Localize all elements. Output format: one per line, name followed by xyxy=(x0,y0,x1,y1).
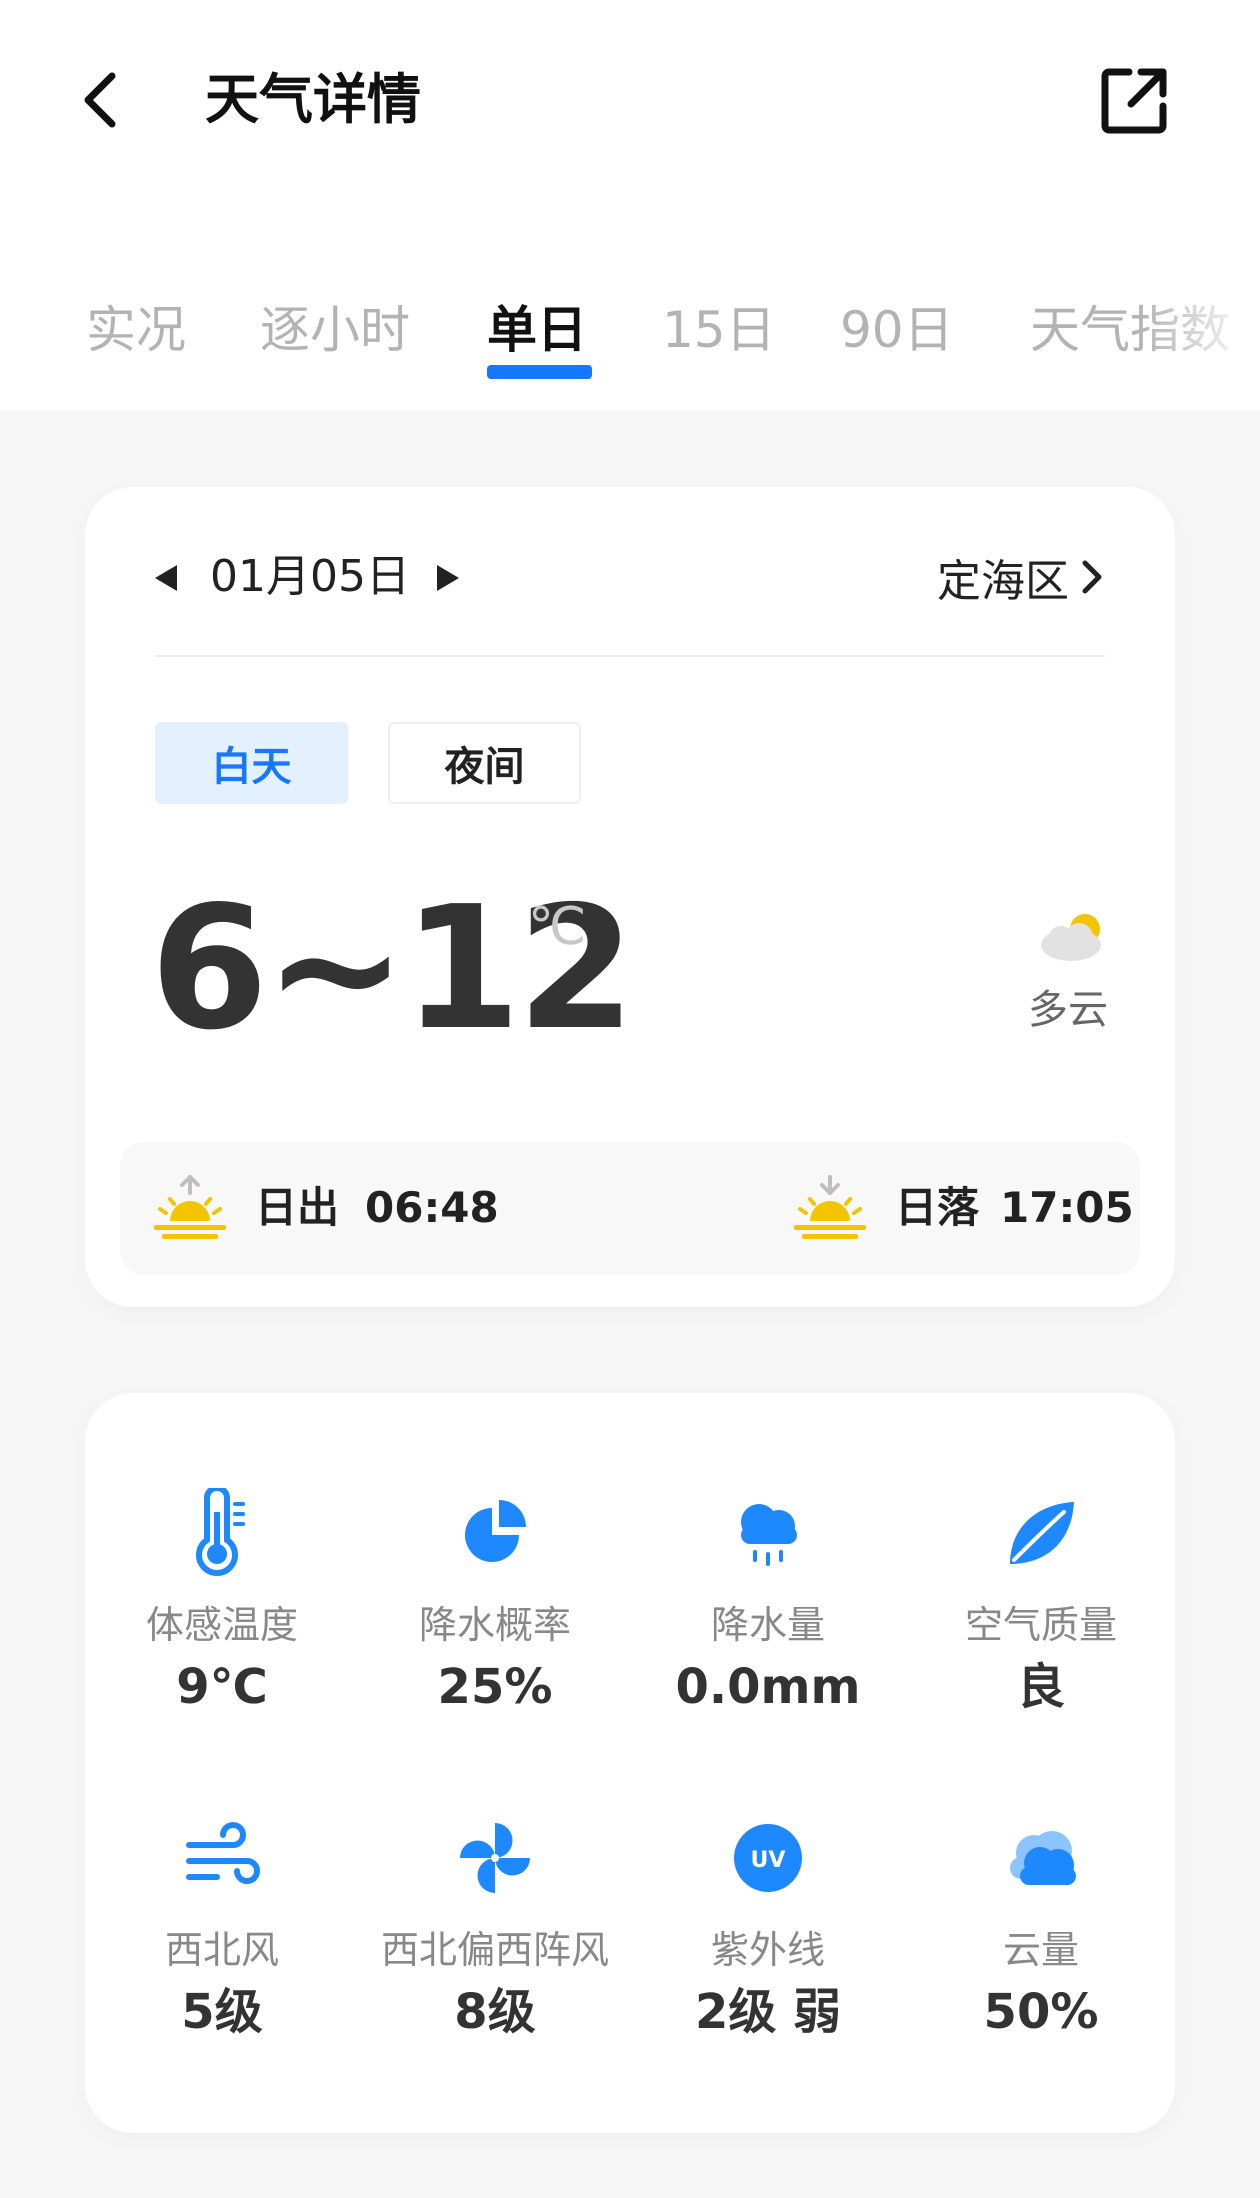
location-selector[interactable]: 定海区 xyxy=(937,537,1105,617)
metric-label: 降水概率 xyxy=(418,1603,571,1647)
tab-single-day[interactable]: 单日 xyxy=(487,290,587,370)
metric-value: 50% xyxy=(983,1984,1099,2040)
metric-precip-probability: 降水概率 25% xyxy=(365,1488,625,1718)
chevron-right-icon xyxy=(1082,560,1102,594)
metric-precipitation: 降水量 0.0mm xyxy=(638,1488,898,1718)
uv-icon: UV xyxy=(734,1824,802,1892)
sunset-icon xyxy=(794,1175,866,1239)
metric-value: 5级 xyxy=(181,1984,263,2040)
active-tab-indicator xyxy=(487,365,592,379)
partly-cloudy-icon xyxy=(1041,914,1101,961)
cloud-icon xyxy=(1010,1831,1076,1885)
tab-weather-index[interactable]: 天气指数 xyxy=(1030,290,1230,370)
metric-label: 西北偏西阵风 xyxy=(380,1928,609,1972)
pinwheel-icon xyxy=(460,1823,530,1893)
metric-label: 云量 xyxy=(1002,1928,1079,1972)
chevron-left-icon xyxy=(84,72,116,128)
thermometer-icon xyxy=(196,1488,245,1576)
sunrise-icon xyxy=(154,1175,226,1239)
metric-uv: UV 紫外线 2级 弱 xyxy=(638,1813,898,2043)
tab-live[interactable]: 实况 xyxy=(86,290,186,370)
metric-feels-like: 体感温度 9℃ xyxy=(92,1488,352,1718)
metric-value: 良 xyxy=(1016,1659,1065,1715)
next-day-arrow-icon[interactable] xyxy=(437,565,459,591)
divider xyxy=(155,655,1105,657)
sunrise-label: 日出 xyxy=(255,1183,340,1232)
previous-day-arrow-icon[interactable] xyxy=(155,565,177,591)
tab-90-day[interactable]: 90日 xyxy=(840,290,954,370)
night-toggle-button[interactable]: 夜间 xyxy=(388,722,581,804)
tab-15-day[interactable]: 15日 xyxy=(662,290,776,370)
metrics-card: 体感温度 9℃ 降水概率 25% 降水量 0.0mm 空气质量 良 西北风 5级… xyxy=(85,1393,1175,2133)
svg-text:UV: UV xyxy=(751,1848,786,1873)
metric-value: 2级 弱 xyxy=(694,1984,842,2040)
metric-label: 紫外线 xyxy=(710,1928,825,1972)
external-link-icon xyxy=(1101,68,1167,134)
day-toggle-button[interactable]: 白天 xyxy=(155,722,348,804)
metric-value: 25% xyxy=(437,1659,553,1715)
location-label: 定海区 xyxy=(937,556,1069,607)
metric-label: 空气质量 xyxy=(964,1603,1117,1647)
metric-label: 西北风 xyxy=(164,1928,279,1972)
leaf-icon xyxy=(1010,1502,1074,1564)
date-row: 01月05日 定海区 xyxy=(155,537,1105,617)
metric-label: 体感温度 xyxy=(145,1603,298,1647)
tab-bar: 实况 逐小时 单日 15日 90日 天气指数 xyxy=(0,290,1260,390)
metric-wind: 西北风 5级 xyxy=(92,1813,352,2043)
page-title: 天气详情 xyxy=(205,68,421,131)
tab-hourly[interactable]: 逐小时 xyxy=(260,290,410,370)
weather-condition: 多云 xyxy=(1028,987,1108,1033)
wind-icon xyxy=(186,1822,260,1884)
share-button[interactable] xyxy=(1095,62,1173,140)
metric-value: 0.0mm xyxy=(675,1659,861,1715)
metric-air-quality: 空气质量 良 xyxy=(911,1488,1171,1718)
metric-value: 9℃ xyxy=(176,1659,268,1715)
temperature-unit: ℃ xyxy=(528,897,587,957)
weather-detail-page: 天气详情 实况 逐小时 单日 15日 90日 天气指数 01月05日 定海区 白… xyxy=(0,0,1260,2198)
metric-cloud-cover: 云量 50% xyxy=(911,1813,1171,2043)
pie-chart-icon xyxy=(465,1500,526,1562)
sunset-label: 日落 xyxy=(895,1183,980,1232)
rain-cloud-icon xyxy=(741,1504,797,1566)
back-button[interactable] xyxy=(70,60,130,140)
sunrise-time: 06:48 xyxy=(365,1183,499,1232)
sunset-time: 17:05 xyxy=(1000,1183,1134,1232)
sun-times-row: 日出 06:48 日落 17:05 xyxy=(120,1142,1140,1275)
top-bar: 天气详情 实况 逐小时 单日 15日 90日 天气指数 xyxy=(0,0,1260,410)
date-label: 01月05日 xyxy=(210,551,410,602)
metric-label: 降水量 xyxy=(710,1603,825,1647)
metric-gust: 西北偏西阵风 8级 xyxy=(365,1813,625,2043)
metric-value: 8级 xyxy=(454,1984,536,2040)
day-overview-card: 01月05日 定海区 白天 夜间 6~12 ℃ 多云 日出 06:48 日落 1… xyxy=(85,487,1175,1307)
